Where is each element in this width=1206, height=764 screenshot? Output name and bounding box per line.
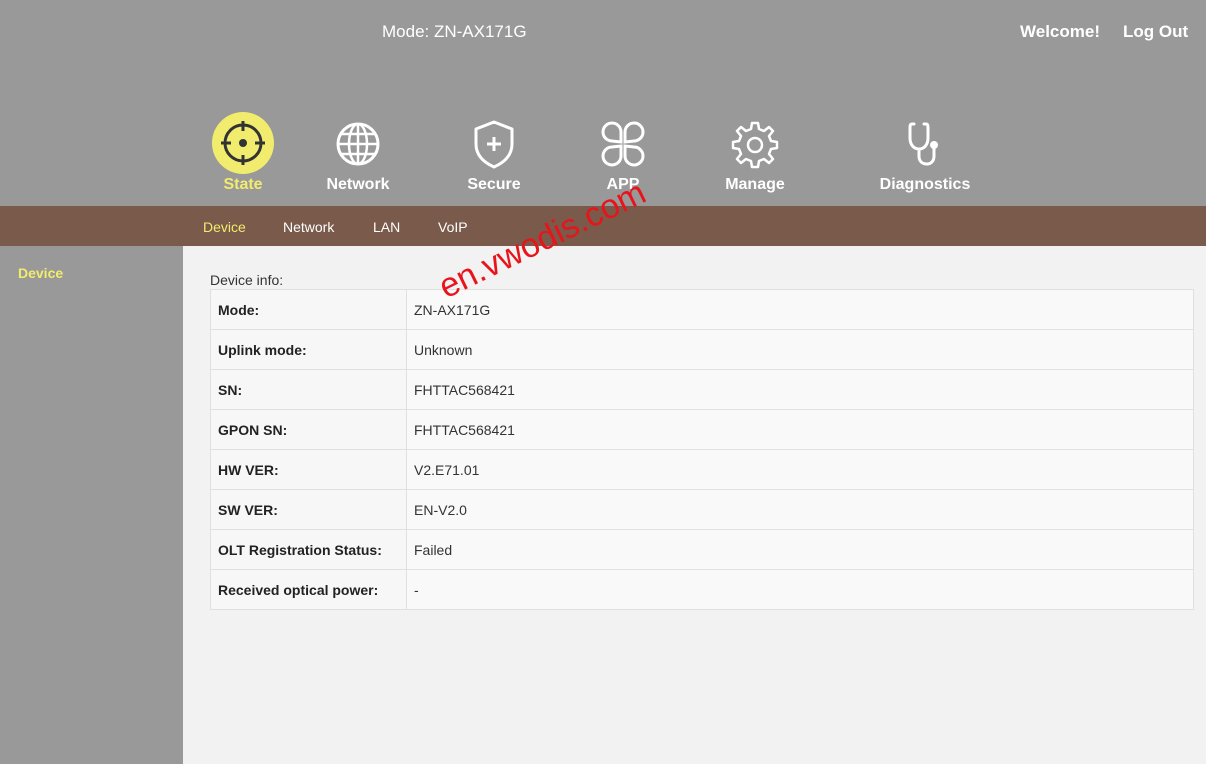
table-row: Uplink mode: Unknown [210,329,1194,370]
nav-label: Secure [467,176,521,193]
top-header: Mode: ZN-AX171G Welcome! Log Out State N… [0,0,1206,206]
sub-navigation: Device Network LAN VoIP [0,206,1206,246]
nav-app[interactable]: APP [558,112,688,204]
row-key: SN: [210,369,407,410]
nav-label: APP [606,176,640,193]
mode-title: Mode: ZN-AX171G [382,22,527,41]
row-key: HW VER: [210,449,407,490]
stethoscope-icon [893,112,957,176]
row-key: Mode: [210,289,407,330]
table-row: SN: FHTTAC568421 [210,369,1194,410]
nav-label: Network [326,176,390,193]
nav-label: Diagnostics [879,176,971,193]
sidebar: Device [0,246,183,764]
globe-icon [326,112,390,176]
table-row: GPON SN: FHTTAC568421 [210,409,1194,450]
table-row: Received optical power: - [210,569,1194,610]
row-value: FHTTAC568421 [406,409,1194,450]
crosshair-icon [211,112,275,176]
row-key: SW VER: [210,489,407,530]
row-value: ZN-AX171G [406,289,1194,330]
nav-label: State [223,176,263,193]
apps-icon [591,112,655,176]
welcome-text: Welcome! [1020,22,1100,41]
row-key: Received optical power: [210,569,407,610]
nav-label: Manage [725,176,785,193]
nav-manage[interactable]: Manage [690,112,820,204]
logout-link[interactable]: Log Out [1123,22,1188,42]
row-key: GPON SN: [210,409,407,450]
row-value: Unknown [406,329,1194,370]
table-row: OLT Registration Status: Failed [210,529,1194,570]
subnav-voip[interactable]: VoIP [438,219,468,235]
subnav-network[interactable]: Network [283,219,334,235]
row-value: FHTTAC568421 [406,369,1194,410]
section-title: Device info: [210,272,284,288]
row-value: V2.E71.01 [406,449,1194,490]
sidebar-item-device[interactable]: Device [18,265,63,281]
shield-plus-icon [462,112,526,176]
gear-icon [723,112,787,176]
table-row: HW VER: V2.E71.01 [210,449,1194,490]
device-info-table: Mode: ZN-AX171G Uplink mode: Unknown SN:… [210,289,1194,610]
row-key: Uplink mode: [210,329,407,370]
row-value: - [406,569,1194,610]
subnav-lan[interactable]: LAN [373,219,400,235]
table-row: Mode: ZN-AX171G [210,289,1194,330]
main-content: Device info: Mode: ZN-AX171G Uplink mode… [183,246,1206,764]
subnav-device[interactable]: Device [203,219,246,235]
row-key: OLT Registration Status: [210,529,407,570]
nav-diagnostics[interactable]: Diagnostics [860,112,990,204]
row-value: EN-V2.0 [406,489,1194,530]
row-value: Failed [406,529,1194,570]
table-row: SW VER: EN-V2.0 [210,489,1194,530]
nav-secure[interactable]: Secure [429,112,559,204]
nav-network[interactable]: Network [293,112,423,204]
nav-state[interactable]: State [178,112,308,204]
